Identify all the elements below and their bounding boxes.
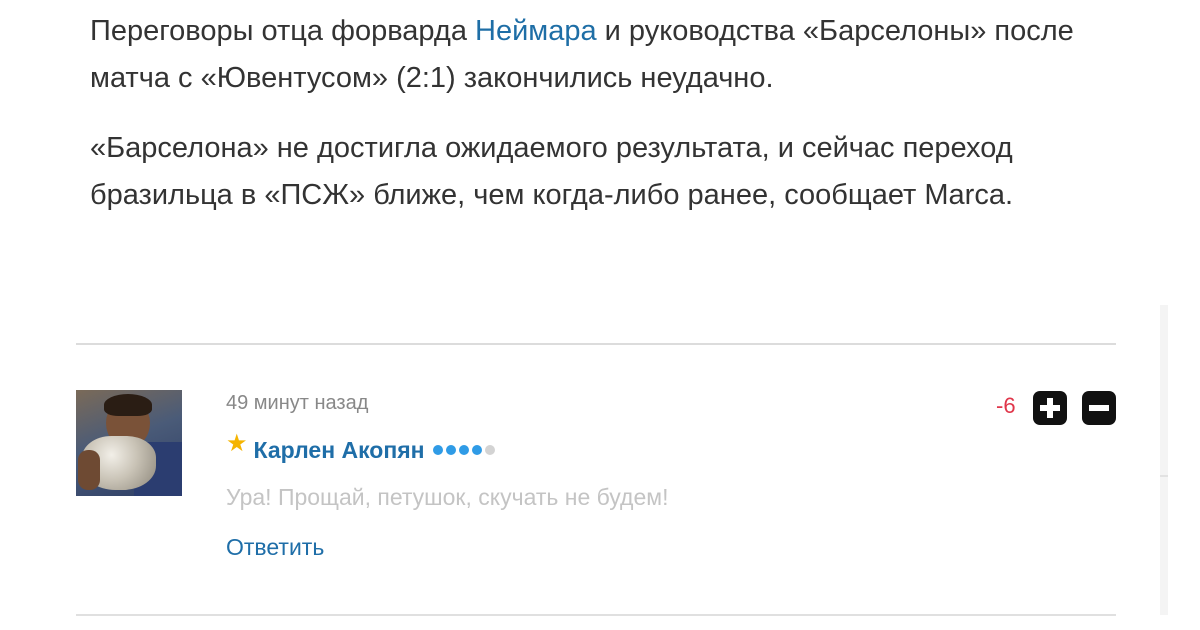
scrollbar-track[interactable] [1160,305,1168,615]
minus-icon [1089,405,1109,411]
article-paragraph-1: Переговоры отца форварда Неймара и руков… [90,8,1150,102]
star-icon: ★ [226,430,248,457]
comments-divider-top [76,343,1116,345]
plus-icon-vertical [1047,398,1053,418]
comment-score: -6 [996,393,1016,418]
page: Переговоры отца форварда Неймара и руков… [0,0,1200,630]
avatar-figure-hair [104,394,152,416]
vote-down-button[interactable] [1082,391,1116,425]
paragraph-text: Переговоры отца форварда [90,15,476,47]
rating-dot-filled [432,445,443,455]
rating-dot-filled [458,445,469,455]
rating-dot-empty [484,445,495,455]
avatar[interactable] [76,390,182,496]
vote-up-button[interactable] [1033,391,1067,425]
comment-timestamp: 49 минут назад [226,392,369,414]
neymar-link[interactable]: Неймара [475,15,597,47]
rating-dot-filled [445,445,456,455]
comment-author-name[interactable]: Карлен Акопян [254,437,425,464]
avatar-figure-arm [78,450,100,490]
comment-text: Ура! Прощай, петушок, скучать не будем! [226,484,669,510]
article-body: Переговоры отца форварда Неймара и руков… [90,8,1150,242]
reply-button[interactable]: Ответить [226,534,324,561]
comments-divider-bottom [76,614,1116,616]
article-paragraph-2: «Барселона» не достигла ожидаемого резул… [90,132,1014,211]
author-rating [432,445,498,455]
rating-dot-filled [471,445,482,455]
comment-author-row: ★ Карлен Акопян [226,432,498,468]
scrollbar-separator [1160,475,1168,477]
